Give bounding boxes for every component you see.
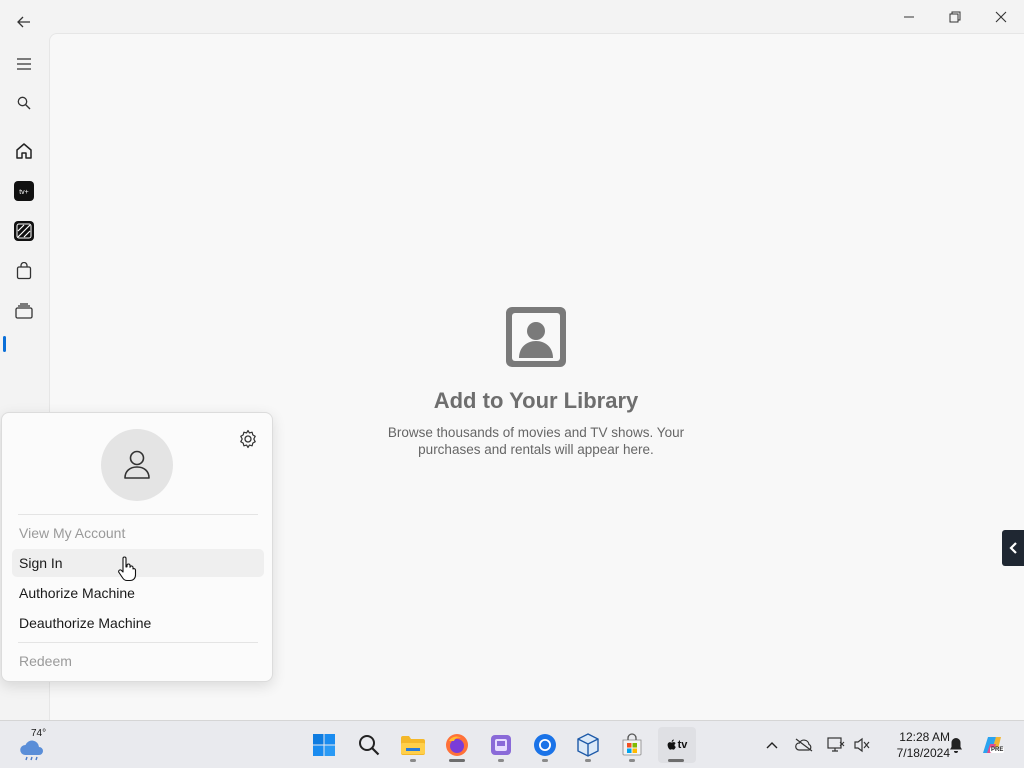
restore-button[interactable]: [932, 4, 978, 30]
chrome-icon[interactable]: [527, 727, 563, 763]
search-icon[interactable]: [351, 727, 387, 763]
library-icon[interactable]: [8, 295, 40, 327]
authorize-machine-item[interactable]: Authorize Machine: [12, 579, 264, 607]
menu-divider: [18, 514, 258, 515]
apple-tv-icon[interactable]: tv+: [8, 175, 40, 207]
network-icon[interactable]: [826, 735, 846, 755]
copilot-badge: PRE: [990, 747, 1005, 753]
clock-date: 7/18/2024: [896, 746, 950, 760]
sign-in-item[interactable]: Sign In: [12, 549, 264, 577]
home-icon[interactable]: [8, 135, 40, 167]
mls-icon[interactable]: [8, 215, 40, 247]
running-indicator: [542, 759, 548, 762]
cloud-offline-icon[interactable]: [794, 735, 814, 755]
settings-gear-icon[interactable]: [238, 429, 258, 449]
running-indicator: [585, 759, 591, 762]
taskbar-clock[interactable]: 12:28 AM 7/18/2024: [876, 729, 950, 761]
menu-icon[interactable]: [8, 48, 40, 80]
store-bag-icon[interactable]: [8, 255, 40, 287]
close-button[interactable]: [978, 4, 1024, 30]
copilot-icon[interactable]: PRE: [978, 731, 1006, 759]
file-explorer-icon[interactable]: [395, 727, 431, 763]
volume-muted-icon[interactable]: [852, 735, 872, 755]
back-icon[interactable]: [12, 10, 36, 34]
title-bar: [0, 0, 1024, 34]
deauthorize-machine-item[interactable]: Deauthorize Machine: [12, 609, 264, 637]
library-placeholder-icon: [506, 307, 566, 367]
running-indicator: [410, 759, 416, 762]
running-indicator: [498, 759, 504, 762]
account-menu: View My Account Sign In Authorize Machin…: [1, 412, 273, 682]
taskbar: 74° tv 12:28 AM 7/18/2024 PRE: [0, 720, 1024, 768]
weather-temperature: 74°: [31, 728, 47, 739]
chevron-up-icon[interactable]: [762, 735, 782, 755]
svg-text:tv+: tv+: [19, 189, 29, 196]
expand-panel-button[interactable]: [1002, 530, 1024, 566]
windows-start-icon[interactable]: [306, 727, 342, 763]
search-icon[interactable]: [8, 87, 40, 119]
menu-divider: [18, 642, 258, 643]
profile-avatar-icon: [101, 429, 173, 501]
clock-time: 12:28 AM: [899, 730, 950, 744]
app-purple-icon[interactable]: [483, 727, 519, 763]
tv-label: tv: [677, 739, 688, 751]
hand-cursor-icon: [117, 556, 137, 582]
minimize-button[interactable]: [886, 4, 932, 30]
running-indicator: [629, 759, 635, 762]
firefox-icon[interactable]: [439, 727, 475, 763]
notification-bell-icon[interactable]: [946, 735, 966, 755]
virtualbox-icon[interactable]: [570, 727, 606, 763]
view-my-account-item[interactable]: View My Account: [12, 519, 264, 547]
microsoft-store-icon[interactable]: [614, 727, 650, 763]
redeem-item[interactable]: Redeem: [12, 647, 264, 675]
running-indicator: [668, 759, 684, 762]
selected-indicator: [3, 336, 6, 352]
running-indicator: [449, 759, 465, 762]
library-description: Browse thousands of movies and TV shows.…: [387, 425, 685, 457]
library-title: Add to Your Library: [433, 388, 639, 413]
apple-tv-app-icon[interactable]: tv: [658, 727, 696, 763]
